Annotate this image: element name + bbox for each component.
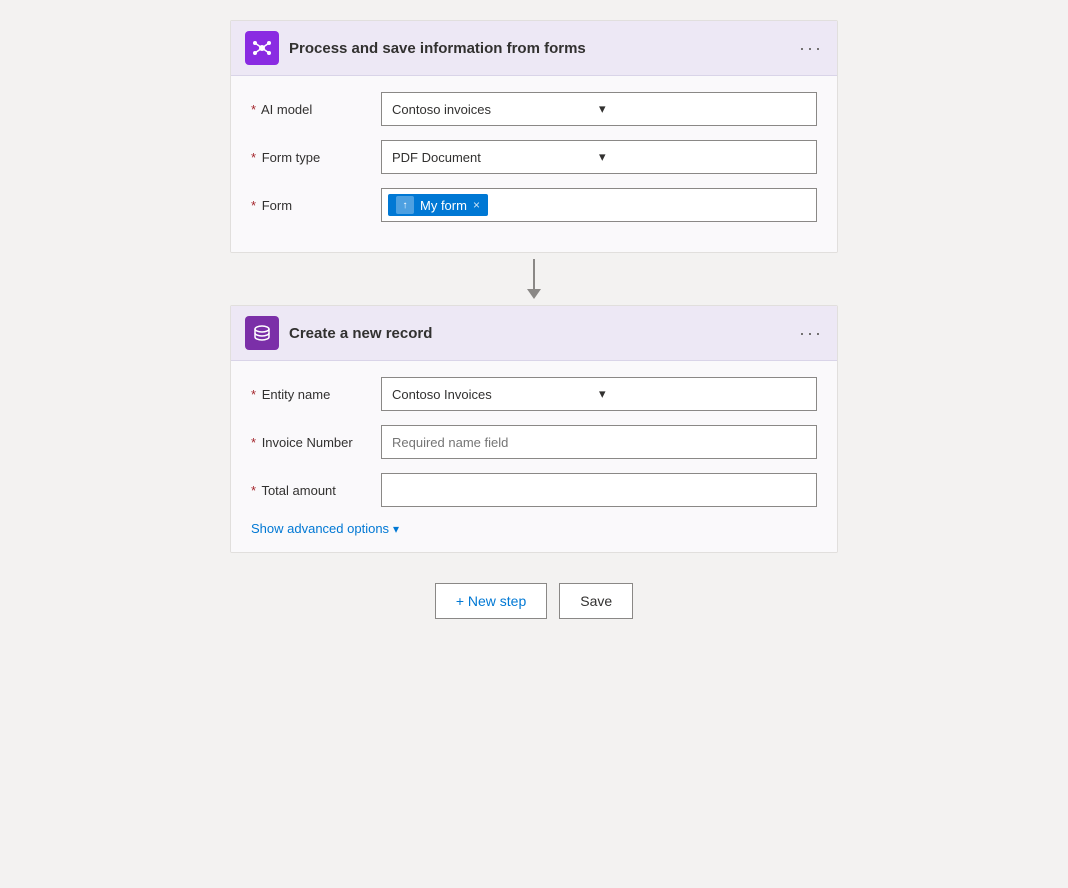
entity-name-row: * Entity name Contoso Invoices ▾ [251,377,817,411]
connector-arrow [527,259,541,299]
form-type-chevron-icon: ▾ [599,149,806,165]
card2-body: * Entity name Contoso Invoices ▾ * Invoi… [231,361,837,552]
form-required: * [251,198,256,213]
form-tag-upload-icon: ↑ [396,196,414,214]
ai-model-select[interactable]: Contoso invoices ▾ [381,92,817,126]
invoice-number-control [381,425,817,459]
card1-title: Process and save information from forms [289,40,586,57]
card1-icon [245,31,279,65]
new-step-button[interactable]: + New step [435,583,547,619]
bottom-actions: + New step Save [435,583,633,619]
advanced-options-chevron-icon: ▾ [393,522,399,536]
form-type-row: * Form type PDF Document ▾ [251,140,817,174]
card-process-forms: Process and save information from forms … [230,20,838,253]
card-create-record: Create a new record ··· * Entity name Co… [230,305,838,553]
ai-model-row: * AI model Contoso invoices ▾ [251,92,817,126]
form-type-control: PDF Document ▾ [381,140,817,174]
card2-menu-button[interactable]: ··· [799,324,823,342]
connector-arrow-head [527,289,541,299]
total-amount-label: * Total amount [251,483,381,498]
entity-name-control: Contoso Invoices ▾ [381,377,817,411]
form-tag-text: My form [420,198,467,213]
total-amount-input[interactable] [381,473,817,507]
ai-model-chevron-icon: ▾ [599,101,806,117]
card1-header-left: Process and save information from forms [245,31,586,65]
entity-name-required: * [251,387,256,402]
invoice-number-required: * [251,435,256,450]
card1-header: Process and save information from forms … [231,21,837,76]
form-control: ↑ My form × [381,188,817,222]
card2-header: Create a new record ··· [231,306,837,361]
save-button[interactable]: Save [559,583,633,619]
invoice-number-input[interactable] [381,425,817,459]
connector-line [533,259,535,289]
form-type-required: * [251,150,256,165]
ai-model-control: Contoso invoices ▾ [381,92,817,126]
form-row: * Form ↑ My form × [251,188,817,222]
database-icon [251,322,273,344]
ai-model-label: * AI model [251,102,381,117]
card1-body: * AI model Contoso invoices ▾ * Form typ… [231,76,837,252]
advanced-options-toggle[interactable]: Show advanced options ▾ [251,521,817,536]
entity-name-select[interactable]: Contoso Invoices ▾ [381,377,817,411]
card2-header-left: Create a new record [245,316,432,350]
invoice-number-row: * Invoice Number [251,425,817,459]
form-tag: ↑ My form × [388,194,488,216]
form-tag-close-button[interactable]: × [473,198,480,212]
entity-name-chevron-icon: ▾ [599,386,806,402]
form-type-label: * Form type [251,150,381,165]
form-tag-input[interactable]: ↑ My form × [381,188,817,222]
total-amount-control [381,473,817,507]
card2-icon [245,316,279,350]
form-type-select[interactable]: PDF Document ▾ [381,140,817,174]
invoice-number-label: * Invoice Number [251,435,381,450]
ai-icon [251,37,273,59]
total-amount-row: * Total amount [251,473,817,507]
card1-menu-button[interactable]: ··· [799,39,823,57]
total-amount-required: * [251,483,256,498]
ai-model-required: * [251,102,256,117]
entity-name-label: * Entity name [251,387,381,402]
advanced-options-label: Show advanced options [251,521,389,536]
card2-title: Create a new record [289,325,432,342]
form-label: * Form [251,198,381,213]
